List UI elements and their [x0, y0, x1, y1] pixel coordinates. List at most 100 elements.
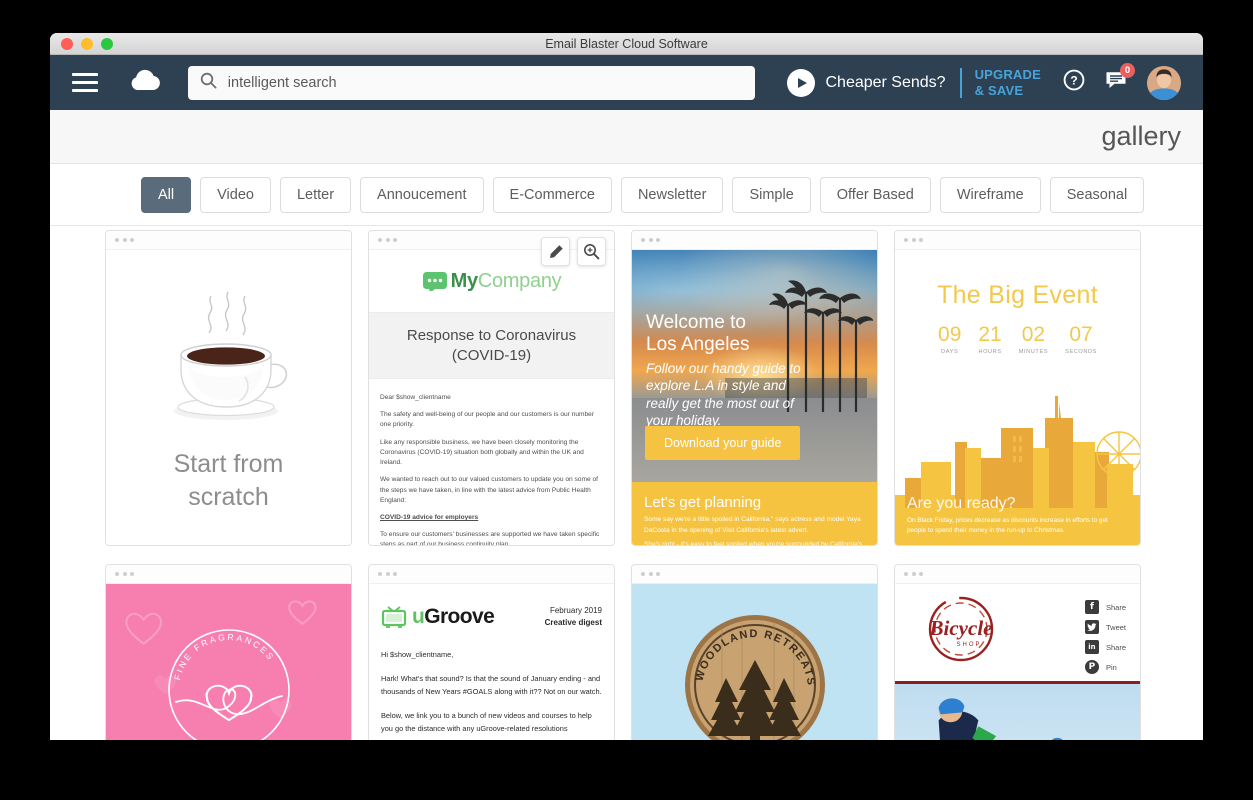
social-row-linkedin[interactable]: in Share: [1084, 640, 1126, 654]
card-titlebar: [632, 565, 877, 584]
avatar[interactable]: [1147, 65, 1181, 100]
countdown-hours-label: HOURS: [978, 349, 1002, 355]
big-event-title: The Big Event: [937, 281, 1098, 309]
search-box[interactable]: [187, 65, 756, 100]
upgrade-line2: & SAVE: [974, 82, 1024, 98]
template-card-covid-response[interactable]: MyCompany Response to Coronavirus (COVID…: [368, 230, 615, 546]
ugroove-body: Hi $show_clientname, Hark! What's that s…: [381, 650, 602, 733]
cyclists-illustration: [938, 698, 1063, 740]
divider: [959, 67, 962, 98]
ugroove-logo: uGroove: [381, 605, 495, 629]
brand-my: My: [450, 269, 478, 292]
hamburger-icon[interactable]: [72, 73, 98, 92]
twitter-tweet-label: Tweet: [1105, 622, 1126, 632]
app-header: Cheaper Sends? UPGRADE & SAVE ? 0: [50, 55, 1203, 110]
filter-chip-all[interactable]: All: [141, 176, 192, 213]
question-mark-icon[interactable]: ?: [1063, 69, 1085, 96]
countdown-days-label: DAYS: [941, 349, 959, 355]
brand-company: Company: [477, 269, 562, 292]
template-card-fine-fragrances[interactable]: FINE FRAGRANCES 35% discount: [105, 564, 352, 740]
big-event-footer: Are you ready? On Black Friday, prices d…: [907, 494, 1108, 535]
page-title: gallery: [1101, 121, 1181, 151]
scratch-label: Start from scratch: [173, 450, 284, 511]
filter-chip-ecommerce[interactable]: E-Commerce: [492, 176, 612, 213]
app-window: Email Blaster Cloud Software Cheaper Sen…: [50, 33, 1203, 740]
covid-body: Dear $show_clientname The safety and wel…: [369, 379, 614, 545]
countdown-minutes-value: 02: [1021, 323, 1046, 346]
template-card-woodland-retreats[interactable]: WOODLAND RETREATS Weekend Breaks from: [631, 564, 878, 740]
preview-template-button[interactable]: [577, 237, 606, 266]
filter-chip-letter[interactable]: Letter: [279, 176, 352, 213]
bicycle-hero-image: [895, 684, 1140, 740]
filter-chip-seasonal[interactable]: Seasonal: [1049, 176, 1145, 213]
coffee-cup-icon: [159, 281, 299, 436]
cloud-icon[interactable]: [128, 69, 162, 97]
covid-heading: Response to Coronavirus (COVID-19): [369, 312, 614, 379]
fine-fragrances-logo: FINE FRAGRANCES: [154, 618, 304, 740]
upgrade-save-link[interactable]: UPGRADE & SAVE: [975, 67, 1041, 98]
la-headline-block: Welcome to Los Angeles Follow our handy …: [646, 312, 821, 429]
ugroove-greeting: Hi $show_clientname,: [381, 650, 454, 659]
card-titlebar: [369, 565, 614, 584]
linkedin-icon: in: [1084, 640, 1099, 654]
window-titlebar: Email Blaster Cloud Software: [50, 33, 1203, 55]
template-card-bicycle-shop[interactable]: Bicycle SHOP f Share Tweet in Share P Pi…: [894, 564, 1141, 740]
card-titlebar: [895, 231, 1140, 250]
social-row-facebook[interactable]: f Share: [1084, 600, 1126, 614]
header-icon-group: ? 0: [1063, 63, 1203, 100]
covid-advice-link[interactable]: COVID-19 advice for employers: [380, 513, 603, 523]
filter-chip-offer-based[interactable]: Offer Based: [819, 176, 931, 213]
window-title: Email Blaster Cloud Software: [545, 36, 708, 51]
search-icon: [200, 72, 217, 94]
tv-icon: [381, 606, 407, 628]
svg-text:SHOP: SHOP: [956, 642, 981, 648]
covid-greeting: Dear $show_clientname: [380, 394, 451, 401]
ugroove-brand-u: u: [412, 605, 425, 628]
card-titlebar: [106, 231, 351, 250]
message-icon[interactable]: 0: [1105, 63, 1135, 95]
woodland-retreats-logo: WOODLAND RETREATS: [682, 612, 828, 740]
chat-bubble-icon: [422, 272, 447, 291]
la-subtitle: Follow our handy guide to explore L.A in…: [646, 361, 801, 428]
template-card-big-event[interactable]: The Big Event 09 DAYS 21 HOURS 02 MINUTE: [894, 230, 1141, 546]
social-row-twitter[interactable]: Tweet: [1084, 620, 1126, 634]
pinterest-icon: P: [1084, 660, 1099, 674]
promo-label: Cheaper Sends?: [825, 73, 946, 91]
facebook-share-label: Share: [1105, 602, 1126, 612]
filter-bar: All Video Letter Annoucement E-Commerce …: [50, 164, 1203, 226]
svg-text:Bicycle: Bicycle: [929, 616, 993, 640]
social-row-pinterest[interactable]: P Pin: [1084, 660, 1126, 674]
countdown-seconds-label: SECONDS: [1065, 349, 1097, 355]
countdown-timer: 09 DAYS 21 HOURS 02 MINUTES 07 SECONDS: [895, 324, 1140, 355]
filter-chip-simple[interactable]: Simple: [732, 176, 811, 213]
message-count-badge: 0: [1120, 63, 1135, 78]
promo-block: Cheaper Sends? UPGRADE & SAVE: [787, 67, 1041, 98]
upgrade-line1: UPGRADE: [974, 67, 1041, 83]
countdown-hours-value: 21: [978, 323, 1002, 346]
template-card-start-from-scratch[interactable]: Start from scratch: [105, 230, 352, 546]
facebook-icon: f: [1084, 600, 1099, 614]
page-header: gallery: [50, 110, 1203, 164]
la-hero-image: Welcome to Los Angeles Follow our handy …: [632, 250, 877, 482]
template-card-ugroove[interactable]: uGroove February 2019 Creative digest Hi…: [368, 564, 615, 740]
card-titlebar: [632, 231, 877, 250]
svg-text:?: ?: [1070, 74, 1077, 88]
linkedin-share-label: Share: [1105, 642, 1126, 652]
la-planning-section: Let's get planning Some say we're a litt…: [632, 482, 877, 545]
search-input[interactable]: [227, 74, 744, 91]
filter-chip-newsletter[interactable]: Newsletter: [620, 176, 724, 213]
card-titlebar: [106, 565, 351, 584]
twitter-icon: [1084, 620, 1099, 634]
filter-chip-video[interactable]: Video: [200, 176, 271, 213]
filter-chip-wireframe[interactable]: Wireframe: [939, 176, 1041, 213]
template-card-los-angeles[interactable]: Welcome to Los Angeles Follow our handy …: [631, 230, 878, 546]
ugroove-brand-groove: Groove: [424, 605, 495, 628]
ugroove-date-block: February 2019 Creative digest: [544, 606, 602, 627]
social-share-links: f Share Tweet in Share P Pin: [1084, 600, 1126, 674]
edit-template-button[interactable]: [541, 237, 570, 266]
la-download-guide-button[interactable]: Download your guide: [645, 426, 801, 460]
play-icon[interactable]: [787, 68, 816, 97]
filter-chip-annoucement[interactable]: Annoucement: [360, 176, 484, 213]
card-titlebar: [895, 565, 1140, 584]
pinterest-pin-label: Pin: [1105, 662, 1117, 672]
